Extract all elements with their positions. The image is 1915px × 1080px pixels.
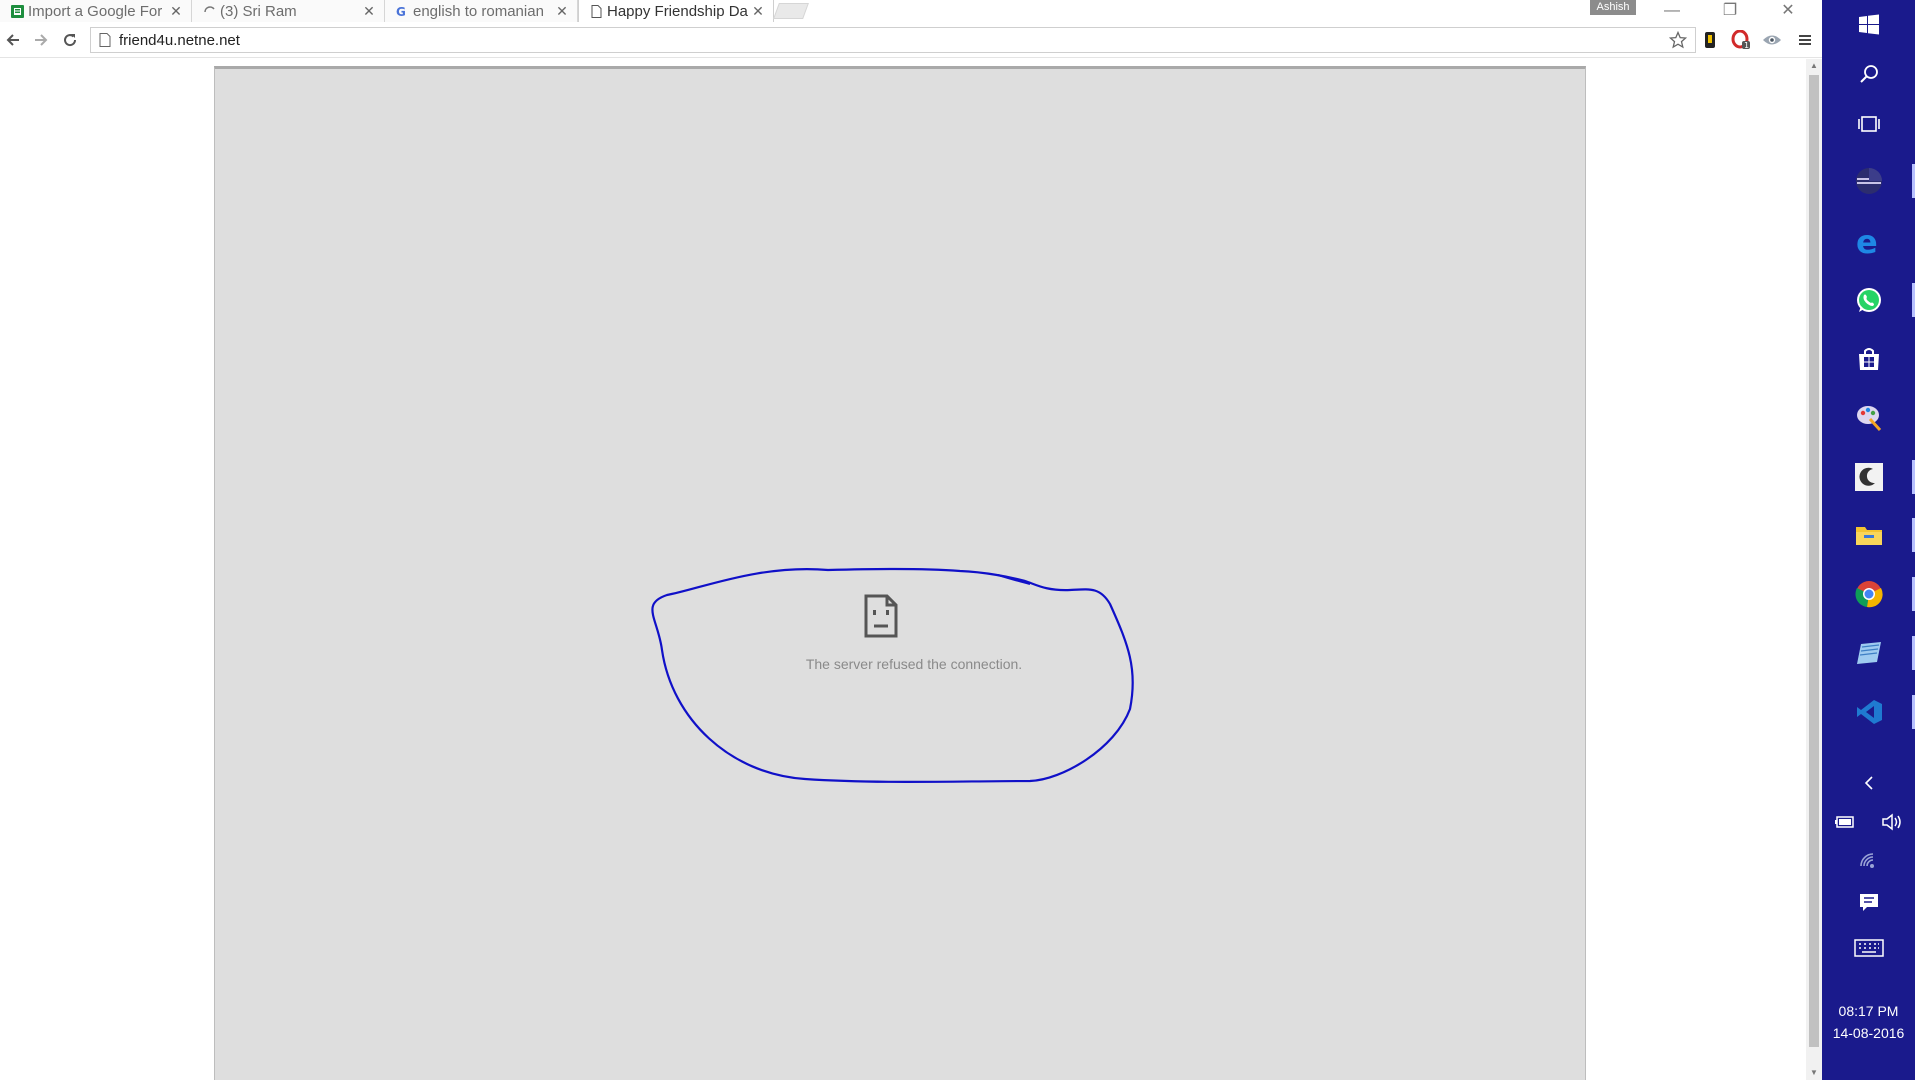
- tab-title: Happy Friendship Da: [607, 2, 748, 20]
- close-icon[interactable]: ✕: [167, 3, 185, 20]
- address-bar[interactable]: friend4u.netne.net: [90, 27, 1696, 53]
- scroll-up-arrow-icon[interactable]: ▲: [1806, 59, 1822, 73]
- svg-text:1: 1: [1744, 41, 1749, 50]
- new-tab-button[interactable]: [773, 3, 809, 19]
- profile-badge[interactable]: Ashish: [1590, 0, 1636, 15]
- extension-opera-icon[interactable]: 1: [1731, 30, 1751, 50]
- page-info-icon: [99, 33, 111, 47]
- volume-icon[interactable]: [1881, 813, 1903, 831]
- page-viewport: The server refused the connection.: [0, 59, 1806, 1080]
- eclipse-icon[interactable]: [1822, 158, 1915, 204]
- google-forms-icon: [10, 4, 24, 18]
- network-icon[interactable]: [1822, 845, 1915, 875]
- show-hidden-icons-icon[interactable]: [1822, 765, 1915, 801]
- windows-taskbar: e 08:17 PM 14-08-2016: [1822, 0, 1915, 1080]
- close-window-icon[interactable]: ✕: [1763, 0, 1813, 22]
- task-view-icon[interactable]: [1822, 101, 1915, 147]
- clock-time: 08:17 PM: [1838, 1003, 1899, 1019]
- error-message: The server refused the connection.: [805, 656, 1023, 672]
- google-g-icon: G: [395, 4, 409, 18]
- tab-title: (3) Sri Ram: [220, 2, 297, 20]
- tab-sri-ram[interactable]: (3) Sri Ram ✕: [192, 0, 385, 22]
- back-arrow-icon: [6, 34, 19, 46]
- page-content-frame: The server refused the connection.: [214, 66, 1586, 1080]
- tab-strip: Import a Google For ✕ (3) Sri Ram ✕ G en…: [0, 0, 1822, 22]
- whatsapp-icon[interactable]: [1822, 277, 1915, 323]
- store-icon[interactable]: [1822, 336, 1915, 382]
- clock-date: 14-08-2016: [1832, 1025, 1905, 1041]
- url-text: friend4u.netne.net: [119, 31, 240, 49]
- paint-icon[interactable]: [1822, 395, 1915, 441]
- extension-keeper-icon[interactable]: [1700, 30, 1720, 50]
- minimize-icon[interactable]: —: [1647, 0, 1697, 22]
- close-icon[interactable]: ✕: [553, 3, 571, 20]
- forward-button[interactable]: [29, 28, 53, 52]
- action-center-icon[interactable]: [1822, 884, 1915, 920]
- restore-icon[interactable]: ❐: [1705, 0, 1755, 22]
- chrome-window: Import a Google For ✕ (3) Sri Ram ✕ G en…: [0, 0, 1822, 1080]
- tray-row: [1822, 807, 1915, 837]
- vertical-scrollbar[interactable]: ▲ ▼: [1806, 59, 1822, 1080]
- edge-icon[interactable]: e: [1822, 218, 1915, 264]
- windows-start-icon[interactable]: [1822, 2, 1915, 48]
- reload-icon: [64, 34, 77, 47]
- tab-title: Import a Google For: [28, 2, 163, 20]
- svg-text:e: e: [1856, 226, 1878, 256]
- tab-title: english to romanian: [413, 2, 544, 20]
- chrome-menu-icon[interactable]: [1795, 30, 1815, 50]
- close-icon[interactable]: ✕: [360, 3, 378, 20]
- bookmark-star-icon[interactable]: [1669, 31, 1687, 49]
- tab-english-to-romanian[interactable]: G english to romanian ✕: [385, 0, 578, 22]
- toolbar: friend4u.netne.net 1: [0, 22, 1822, 58]
- vscode-icon[interactable]: [1822, 689, 1915, 735]
- close-icon[interactable]: ✕: [749, 3, 767, 20]
- forward-arrow-icon: [35, 34, 48, 46]
- file-explorer-icon[interactable]: [1822, 512, 1915, 558]
- svg-text:G: G: [396, 5, 406, 18]
- screen: Import a Google For ✕ (3) Sri Ram ✕ G en…: [0, 0, 1915, 1080]
- notepad-icon[interactable]: [1822, 630, 1915, 676]
- page-icon: [589, 4, 603, 18]
- loading-spinner-icon: [202, 4, 216, 18]
- search-icon[interactable]: [1822, 51, 1915, 97]
- system-clock[interactable]: 08:17 PM 14-08-2016: [1822, 1000, 1915, 1044]
- scroll-down-arrow-icon[interactable]: ▼: [1806, 1066, 1822, 1080]
- extension-eye-icon[interactable]: [1762, 30, 1782, 50]
- back-button[interactable]: [1, 28, 25, 52]
- reload-button[interactable]: [58, 28, 82, 52]
- tab-happy-friendship-day[interactable]: Happy Friendship Da ✕: [578, 0, 774, 22]
- keyboard-icon[interactable]: [1822, 930, 1915, 966]
- tab-import-google-form[interactable]: Import a Google For ✕: [0, 0, 192, 22]
- scrollbar-thumb[interactable]: [1809, 75, 1819, 1047]
- battery-icon[interactable]: [1834, 815, 1856, 829]
- moon-app-icon[interactable]: [1822, 454, 1915, 500]
- sad-document-icon: [864, 594, 898, 638]
- chrome-icon[interactable]: [1822, 571, 1915, 617]
